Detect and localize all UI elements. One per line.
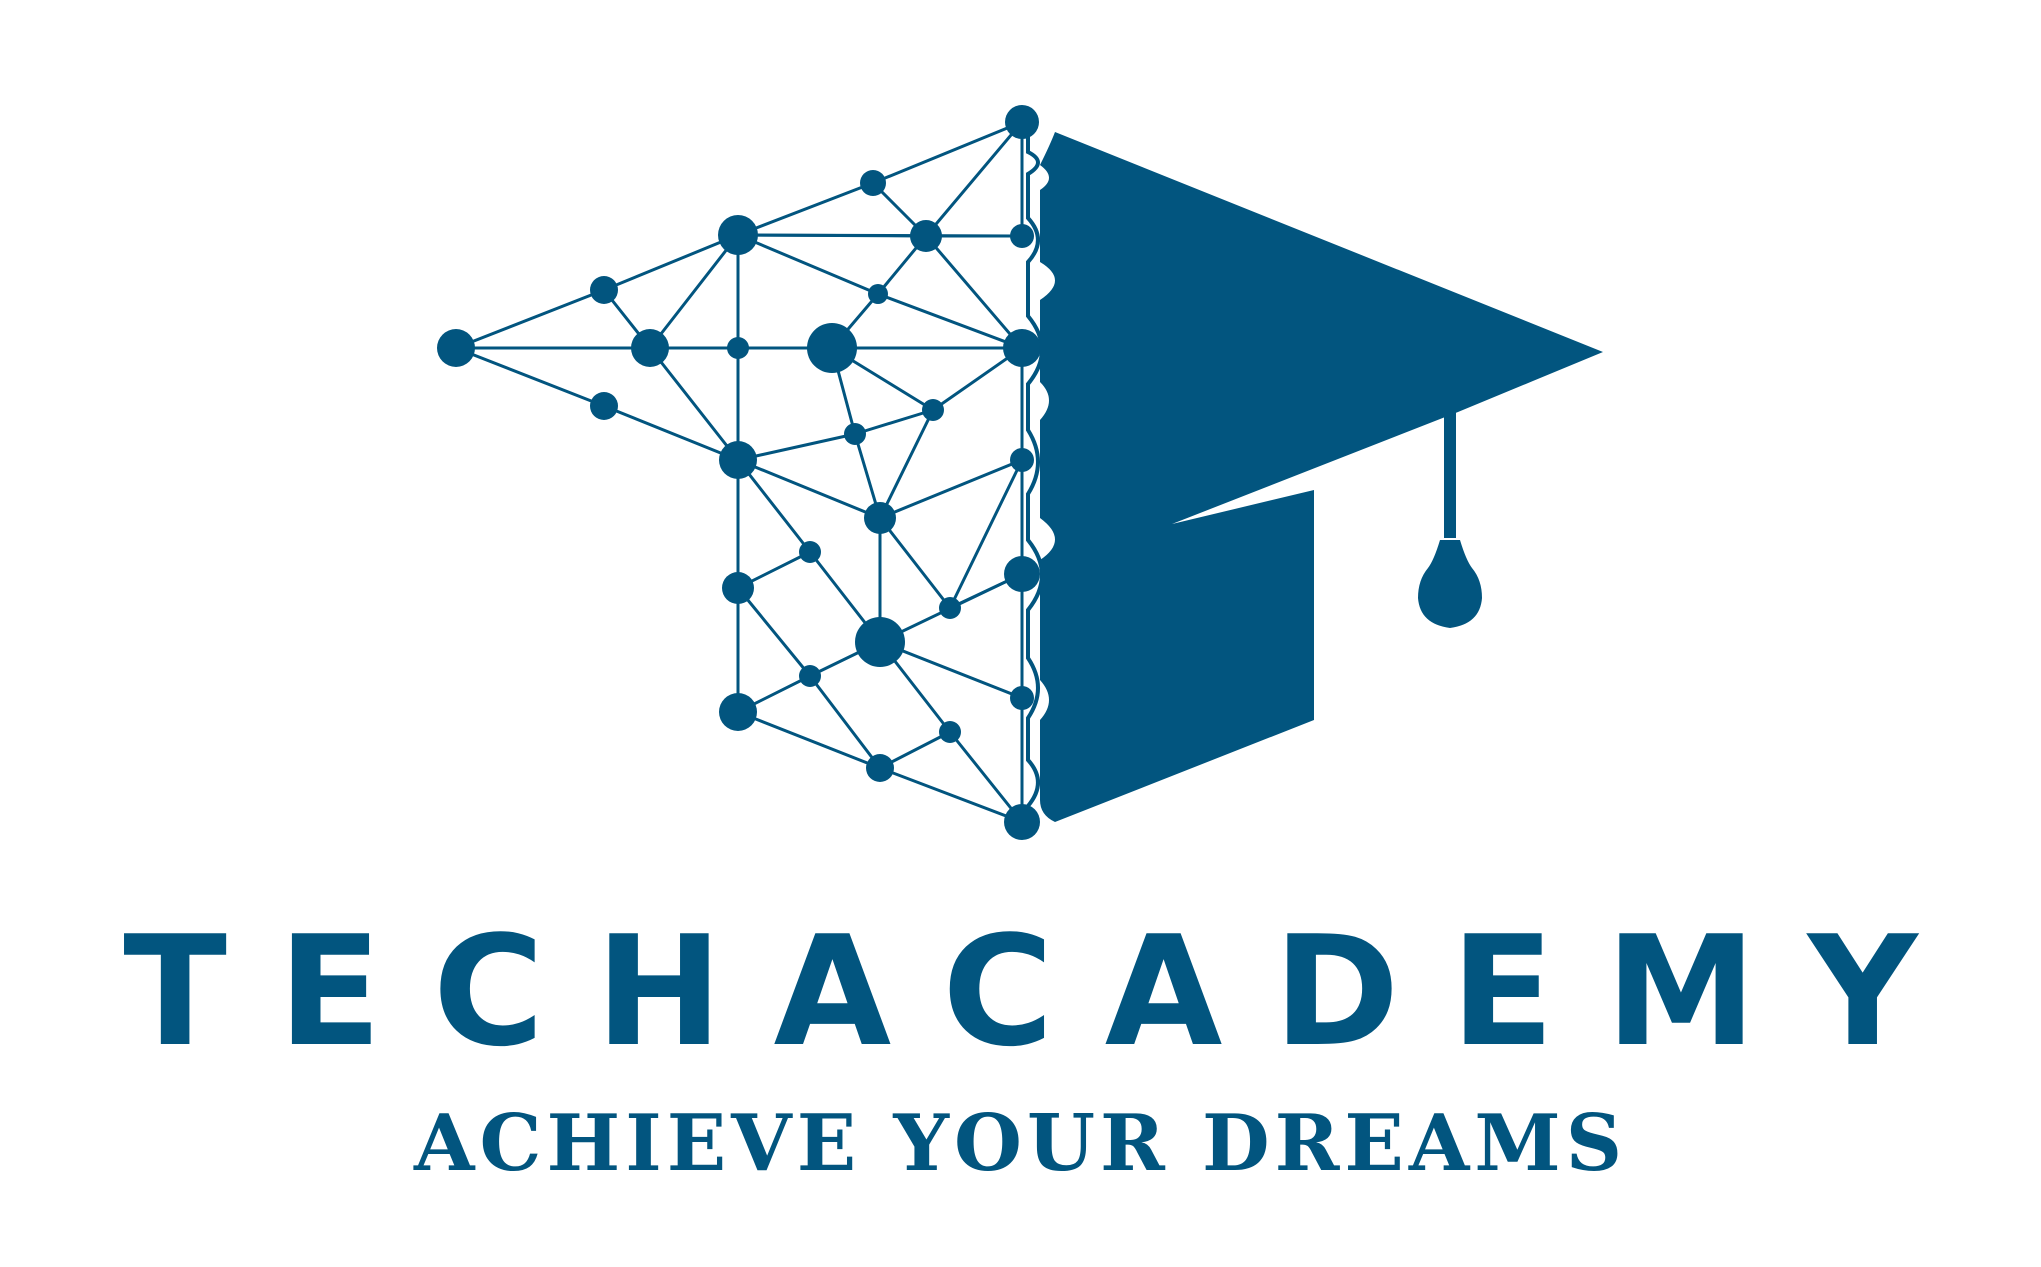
network-node: [1004, 556, 1040, 592]
network-node: [719, 441, 757, 479]
tagline: ACHIEVE YOUR DREAMS: [413, 1098, 1628, 1189]
network-edge: [736, 233, 880, 296]
network-edge: [853, 408, 935, 436]
network-edge: [454, 288, 606, 350]
network-node: [864, 502, 896, 534]
network-node: [939, 721, 961, 743]
network-node: [860, 170, 886, 196]
network-node: [799, 541, 821, 563]
network-node: [868, 284, 888, 304]
tassel-drop: [1418, 540, 1482, 628]
network-node: [844, 423, 866, 445]
network-node: [437, 329, 475, 367]
network-node: [1010, 448, 1034, 472]
network-node: [719, 693, 757, 731]
brand-name: TECHACADEMY: [123, 903, 1969, 1080]
network-edge: [878, 408, 935, 520]
network-node: [722, 572, 754, 604]
network-graduation-cap-icon: [437, 105, 1603, 840]
network-edge: [454, 346, 606, 408]
network-node: [1010, 686, 1034, 710]
network-node: [727, 337, 749, 359]
network-edge: [736, 181, 875, 237]
network-node: [799, 665, 821, 687]
network-node: [807, 323, 857, 373]
network-node: [1005, 105, 1039, 139]
network-node: [939, 597, 961, 619]
network-node: [631, 329, 669, 367]
network-node: [855, 617, 905, 667]
network-node: [590, 392, 618, 420]
network-edge: [736, 586, 812, 678]
network-edge: [878, 458, 1024, 520]
network-node: [866, 754, 894, 782]
network-node: [590, 276, 618, 304]
network-node: [910, 220, 942, 252]
cap-board: [1040, 132, 1603, 822]
logo-page: TECHACADEMY ACHIEVE YOUR DREAMS: [0, 0, 2041, 1267]
network-node: [1004, 804, 1040, 840]
network-node: [718, 215, 758, 255]
network-node: [1010, 224, 1034, 248]
network-edge: [736, 233, 1024, 238]
network-edge: [871, 120, 1024, 185]
network-edge: [878, 516, 952, 610]
network-node: [1003, 329, 1041, 367]
network-node: [922, 399, 944, 421]
network-edge: [924, 120, 1024, 238]
